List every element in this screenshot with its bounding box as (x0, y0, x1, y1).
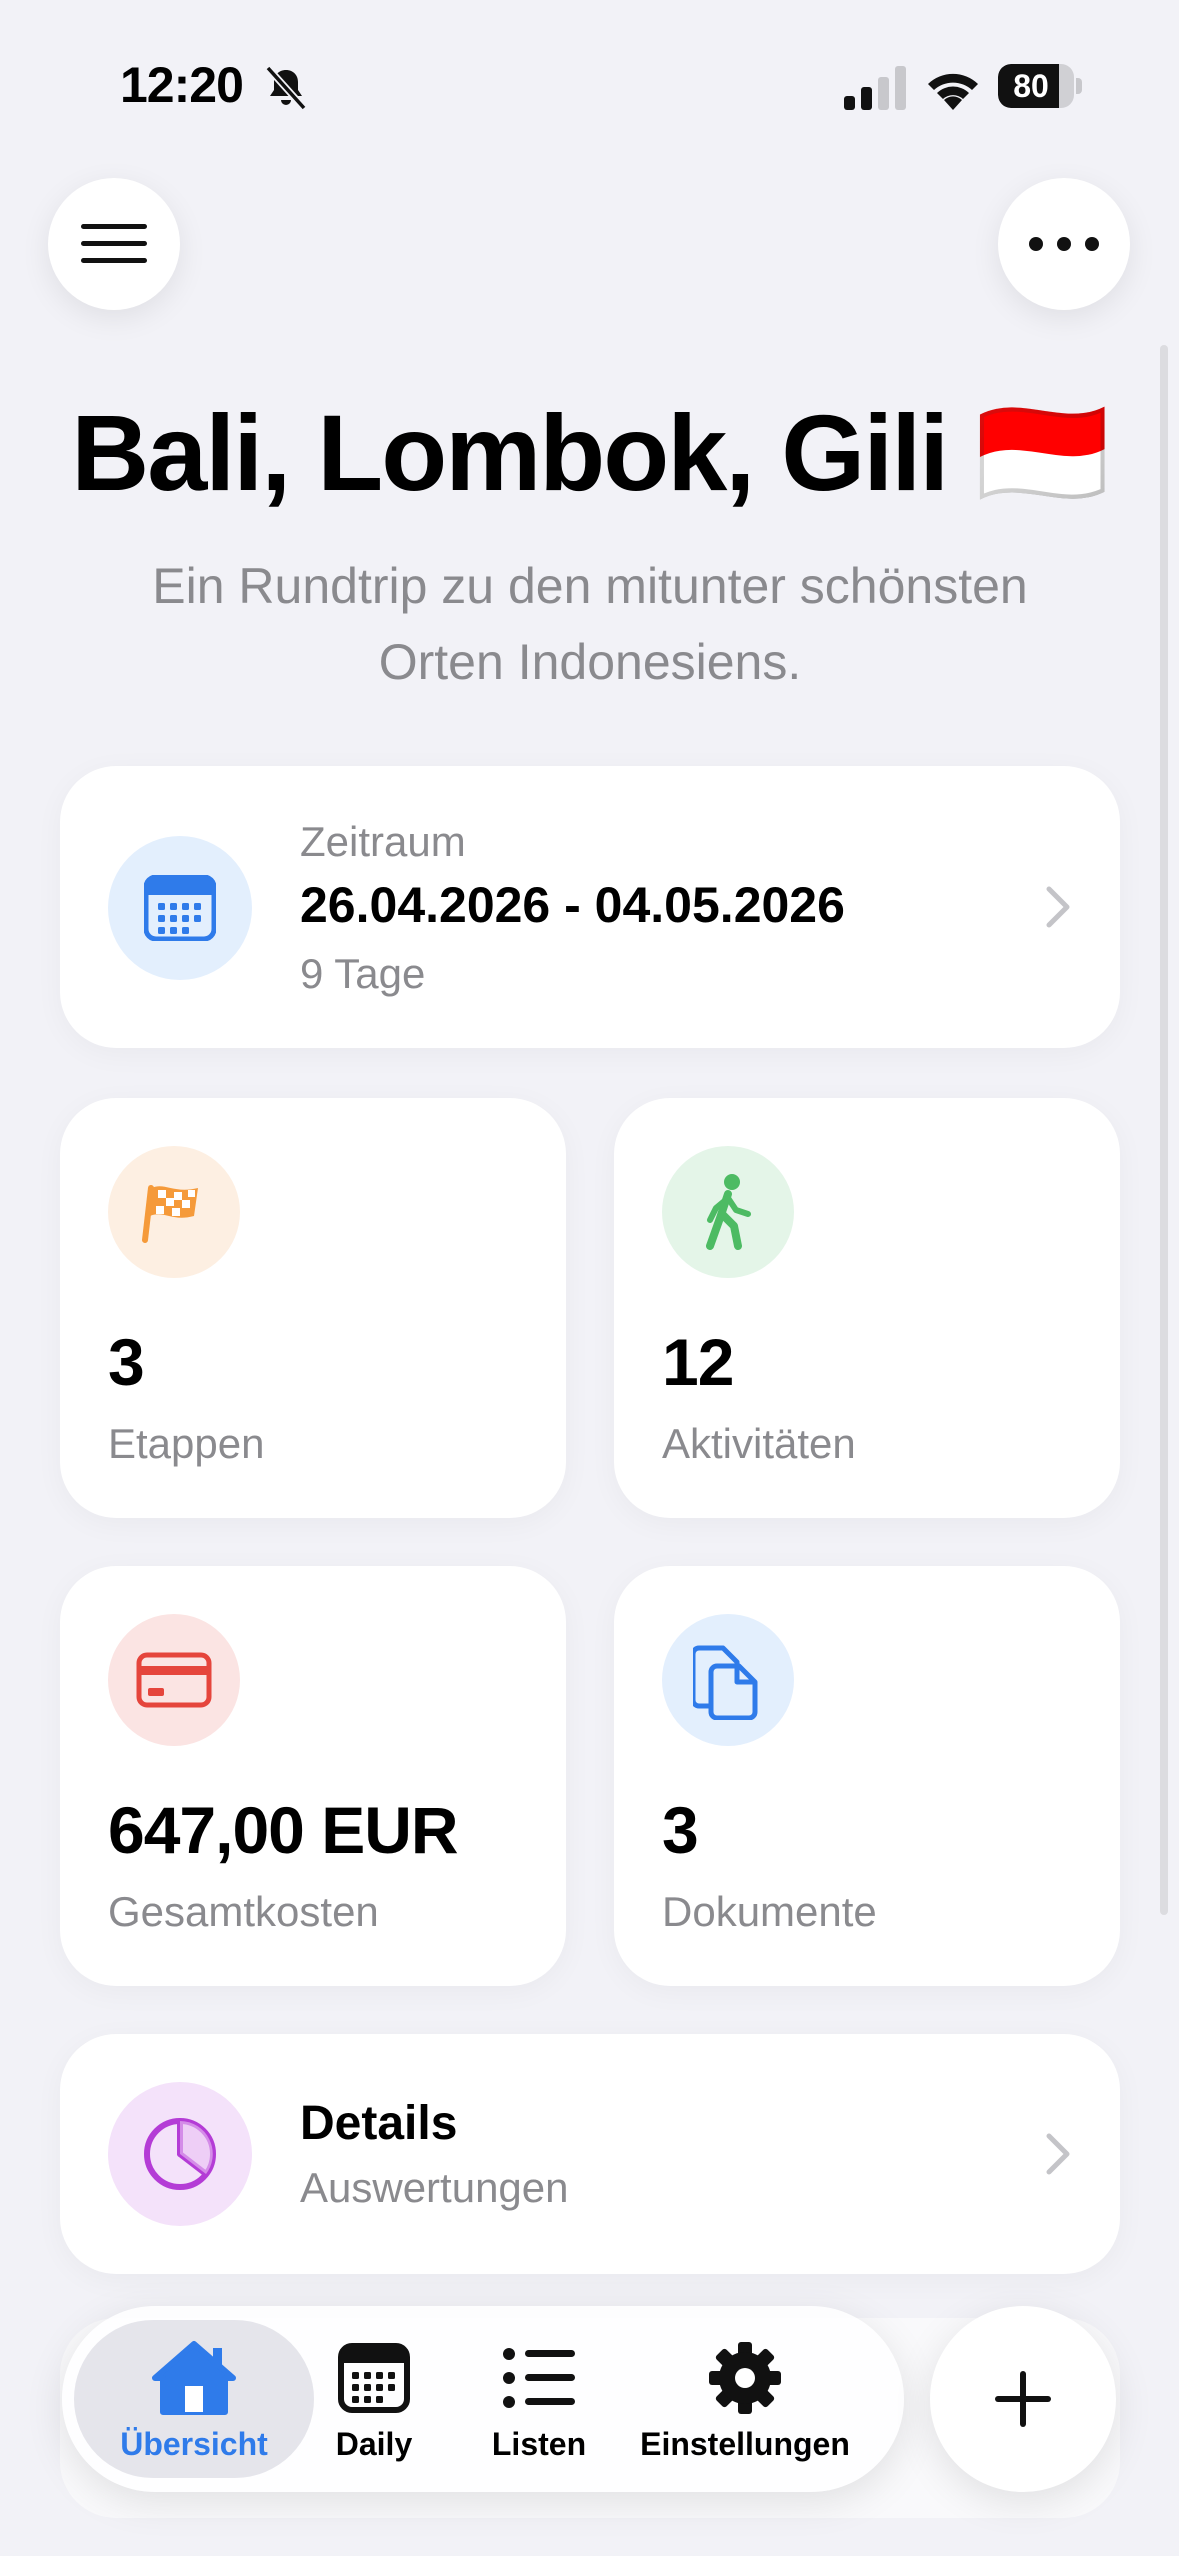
tab-daily[interactable]: Daily (314, 2340, 434, 2463)
chevron-right-icon (1046, 886, 1070, 928)
cellular-signal-icon (844, 66, 906, 110)
period-icon-circle (108, 836, 252, 980)
bell-muted-icon (265, 65, 307, 111)
status-time: 12:20 (120, 57, 244, 113)
dokumente-icon-circle (662, 1614, 794, 1746)
more-options-button[interactable] (998, 178, 1130, 310)
stat-label: Aktivitäten (662, 1420, 856, 1467)
stat-card-etappen[interactable]: 3 Etappen (60, 1098, 566, 1518)
credit-card-icon (136, 1652, 212, 1708)
hamburger-menu-icon (81, 224, 147, 263)
details-title: Details (300, 2097, 458, 2150)
tab-label: Daily (335, 2426, 413, 2462)
scroll-indicator[interactable] (1160, 345, 1168, 1915)
menu-button[interactable] (48, 178, 180, 310)
stat-value: 3 (108, 1325, 145, 1399)
stat-label: Gesamtkosten (108, 1888, 379, 1935)
stat-card-dokumente[interactable]: 3 Dokumente (614, 1566, 1120, 1986)
wifi-icon (928, 73, 978, 110)
tab-label: Übersicht (120, 2426, 268, 2462)
battery-icon: 80 (998, 64, 1082, 108)
tab-label: Listen (491, 2426, 587, 2462)
documents-icon (693, 1645, 758, 1720)
stat-card-aktivitaeten[interactable]: 12 Aktivitäten (614, 1098, 1120, 1518)
tab-uebersicht[interactable]: Übersicht (74, 2340, 314, 2463)
stat-value: 3 (662, 1793, 699, 1867)
stat-label: Etappen (108, 1420, 265, 1467)
stat-card-gesamtkosten[interactable]: 647,00 EUR Gesamtkosten (60, 1566, 566, 1986)
checkered-flag-icon (142, 1185, 198, 1243)
calendar-grid-icon (338, 2343, 410, 2413)
details-icon-circle (108, 2082, 252, 2226)
list-icon (503, 2348, 575, 2408)
details-subtitle: Auswertungen (300, 2164, 569, 2211)
battery-level: 80 (1013, 68, 1049, 104)
trip-title: Bali, Lombok, Gili 🇮🇩 (71, 392, 1110, 513)
tab-label: Einstellungen (640, 2426, 850, 2462)
house-icon (152, 2341, 236, 2415)
aktivitaeten-icon-circle (662, 1146, 794, 1278)
gesamtkosten-icon-circle (108, 1614, 240, 1746)
period-dates: 26.04.2026 - 04.05.2026 (300, 877, 845, 933)
plus-icon (995, 2371, 1051, 2427)
period-duration: 9 Tage (300, 950, 426, 997)
stat-value: 12 (662, 1325, 734, 1399)
period-label: Zeitraum (300, 818, 466, 865)
add-button[interactable] (930, 2306, 1116, 2492)
tab-listen[interactable]: Listen (478, 2340, 600, 2463)
details-card[interactable]: Details Auswertungen (60, 2034, 1120, 2274)
calendar-icon (144, 875, 216, 941)
stat-value: 647,00 EUR (108, 1793, 459, 1867)
stat-label: Dokumente (662, 1888, 877, 1935)
period-card[interactable]: Zeitraum 26.04.2026 - 04.05.2026 9 Tage (60, 766, 1120, 1048)
gear-icon (709, 2342, 781, 2414)
chevron-right-icon (1046, 2133, 1070, 2175)
tab-einstellungen[interactable]: Einstellungen (630, 2340, 860, 2463)
walking-person-icon (706, 1174, 751, 1250)
pie-chart-icon (144, 2118, 216, 2190)
trip-subtitle: Ein Rundtrip zu den mitunter schönsten O… (152, 558, 1028, 690)
etappen-icon-circle (108, 1146, 240, 1278)
ellipsis-icon (1029, 237, 1099, 251)
